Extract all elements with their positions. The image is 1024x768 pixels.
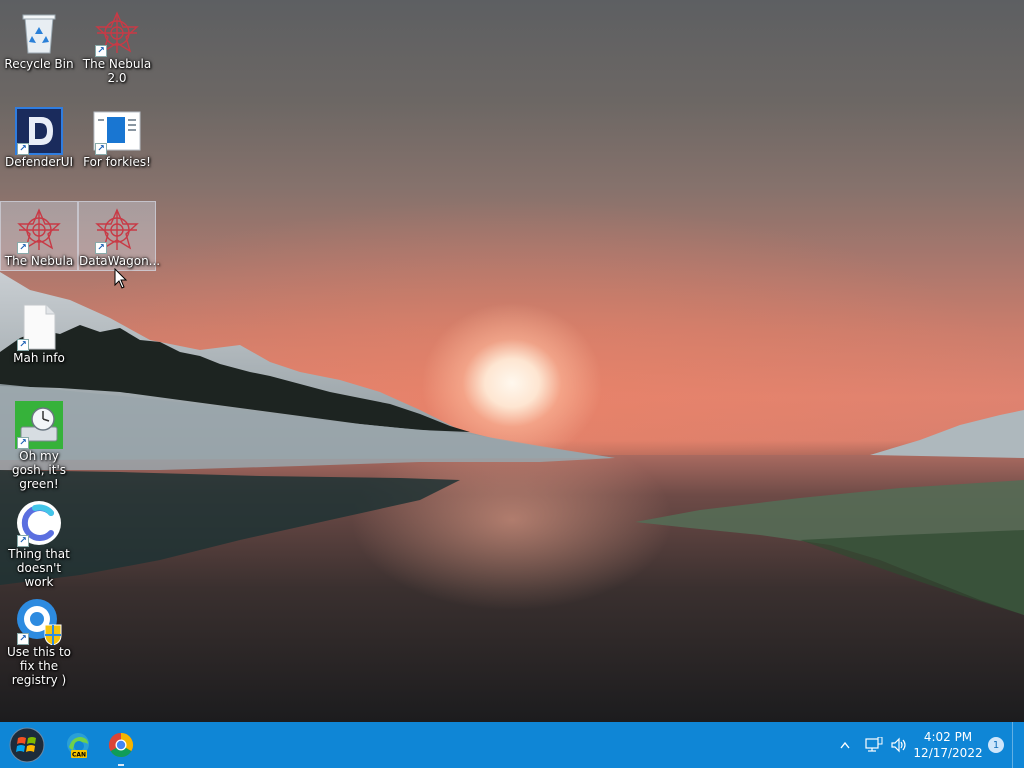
desktop-icon-recycle-bin[interactable]: Recycle Bin	[0, 4, 78, 74]
recycle-bin-icon	[15, 9, 63, 57]
running-indicator	[118, 764, 124, 766]
chrome-icon	[108, 733, 134, 758]
shortcut-arrow-icon: ↗	[17, 535, 29, 547]
nebula-icon: ↗	[93, 9, 141, 57]
shortcut-arrow-icon: ↗	[17, 143, 29, 155]
edge-canary-badge: CAN	[72, 752, 86, 759]
c-logo-icon: ↗	[15, 499, 63, 547]
network-button[interactable]	[862, 722, 886, 768]
desktop-icon-label: Thing that doesn't work	[8, 547, 70, 589]
desktop-icon-the-nebula[interactable]: ↗ The Nebula	[0, 201, 78, 271]
desktop-icon-for-forkies[interactable]: ↗ For forkies!	[78, 102, 156, 172]
clock-button[interactable]: 4:02 PM 12/17/2022	[913, 722, 983, 768]
shortcut-arrow-icon: ↗	[17, 437, 29, 449]
shortcut-arrow-icon: ↗	[95, 45, 107, 57]
blank-file-icon: ↗	[15, 303, 63, 351]
volume-icon	[891, 737, 906, 753]
desktop-icon-datawagon[interactable]: ↗ DataWagon...	[78, 201, 161, 271]
desktop-icon-label: The Nebula 2.0	[82, 57, 152, 85]
start-button[interactable]	[4, 722, 50, 768]
mouse-cursor-icon	[114, 268, 128, 289]
show-desktop-button[interactable]	[1012, 722, 1024, 768]
desktop-icon-defenderui[interactable]: ↗ DefenderUI	[0, 102, 78, 172]
desktop-icon-label: Recycle Bin	[4, 57, 74, 71]
desktop-icon-label: DataWagon...	[79, 254, 161, 268]
edge-canary-icon: CAN	[67, 733, 89, 759]
volume-button[interactable]	[888, 722, 912, 768]
desktop-icon-label: The Nebula	[4, 254, 74, 268]
taskbar-edge-canary[interactable]: CAN	[58, 722, 98, 768]
notification-button[interactable]: 1	[984, 722, 1008, 768]
nebula-icon: ↗	[93, 206, 141, 254]
notification-badge: 1	[988, 737, 1004, 753]
show-hidden-icons-button[interactable]	[836, 722, 854, 768]
registry-shield-icon: ↗	[15, 597, 63, 646]
shortcut-arrow-icon: ↗	[17, 242, 29, 254]
shortcut-arrow-icon: ↗	[17, 633, 29, 645]
shortcut-arrow-icon: ↗	[95, 242, 107, 254]
shortcut-arrow-icon: ↗	[17, 339, 29, 351]
window-document-icon: ↗	[93, 107, 141, 155]
desktop[interactable]: Recycle Bin ↗ The Nebula 2.0 ↗ DefenderU…	[0, 0, 1024, 722]
desktop-icon-label: Use this to fix the registry )	[7, 645, 71, 687]
desktop-icon-the-nebula-2[interactable]: ↗ The Nebula 2.0	[78, 4, 156, 90]
desktop-icon-label: DefenderUI	[4, 155, 74, 169]
clock-date: 12/17/2022	[913, 746, 983, 760]
desktop-icon-label: Mah info	[13, 351, 65, 365]
shortcut-arrow-icon: ↗	[95, 143, 107, 155]
desktop-icon-oh-my-gosh[interactable]: ↗ Oh my gosh, it's green!	[0, 396, 78, 491]
network-icon	[865, 737, 883, 752]
windows-start-icon	[9, 727, 45, 763]
desktop-icon-registry-fix[interactable]: ↗ Use this to fix the registry )	[0, 592, 78, 687]
desktop-icon-mah-info[interactable]: ↗ Mah info	[0, 298, 78, 368]
clock-time: 4:02 PM	[923, 730, 973, 744]
desktop-icon-label: For forkies!	[83, 155, 151, 169]
nebula-icon: ↗	[15, 206, 63, 254]
taskbar: CAN 4:02 PM 12/17/2022 1	[0, 722, 1024, 768]
chevron-up-icon	[840, 741, 850, 749]
desktop-icon-thing-that-doesnt-work[interactable]: ↗ Thing that doesn't work	[0, 494, 78, 589]
defenderui-icon: ↗	[15, 107, 63, 155]
green-drive-clock-icon: ↗	[15, 401, 63, 449]
taskbar-chrome[interactable]	[100, 722, 142, 768]
desktop-icon-label: Oh my gosh, it's green!	[11, 449, 67, 491]
